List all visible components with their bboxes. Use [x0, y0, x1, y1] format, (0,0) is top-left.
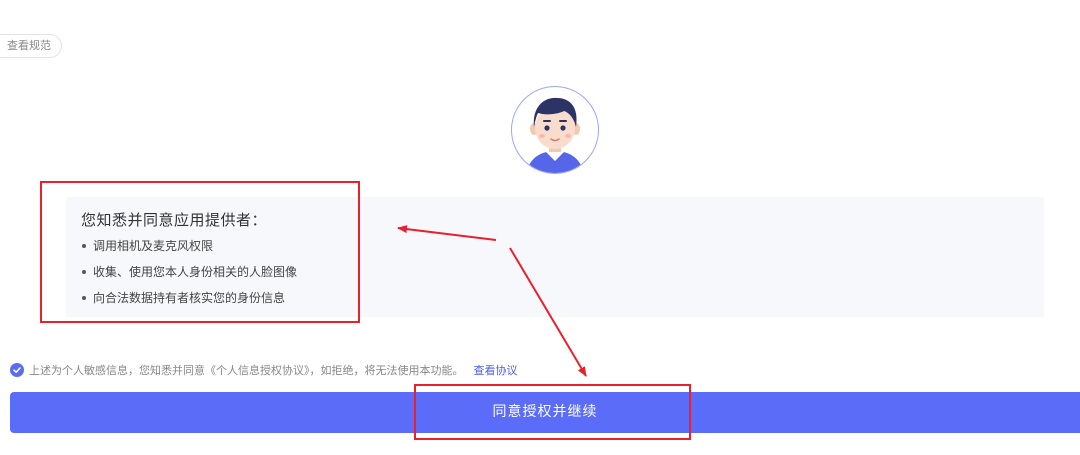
permission-item-identity-check: 向合法数据持有者核实您的身份信息	[81, 290, 297, 316]
consent-text: 上述为个人敏感信息，您知悉并同意《个人信息授权协议》，如拒绝，将无法使用本功能。	[29, 364, 464, 377]
permission-info-panel: 您知悉并同意应用提供者： 调用相机及麦克风权限 收集、使用您本人身份相关的人脸图…	[66, 197, 1044, 317]
consent-row: 上述为个人敏感信息，您知悉并同意《个人信息授权协议》，如拒绝，将无法使用本功能。…	[10, 362, 518, 378]
person-avatar-icon	[526, 97, 584, 173]
agree-and-continue-button[interactable]: 同意授权并继续	[10, 392, 1080, 433]
permission-item-face-image: 收集、使用您本人身份相关的人脸图像	[81, 264, 297, 290]
avatar	[511, 86, 599, 174]
view-agreement-link[interactable]: 查看协议	[474, 362, 518, 378]
view-spec-link[interactable]: 查看规范	[0, 34, 62, 58]
checkbox-checked-icon[interactable]	[10, 363, 24, 377]
permission-list: 调用相机及麦克风权限 收集、使用您本人身份相关的人脸图像 向合法数据持有者核实您…	[81, 238, 297, 316]
info-title: 您知悉并同意应用提供者：	[81, 211, 268, 229]
permission-item-camera: 调用相机及麦克风权限	[81, 238, 297, 264]
page: 查看规范 您知悉并同意应用提供者： 调用相机及麦克风权限 收集、使用您本人身份相…	[0, 0, 1080, 455]
